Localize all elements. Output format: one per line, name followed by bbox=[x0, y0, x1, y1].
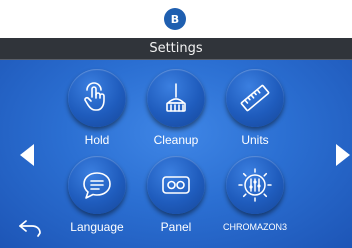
page-title: Settings bbox=[0, 38, 352, 60]
panel-circle[interactable] bbox=[147, 156, 205, 214]
back-arrow-icon[interactable] bbox=[18, 220, 42, 242]
units-button[interactable]: Units bbox=[210, 69, 300, 147]
cleanup-circle[interactable] bbox=[147, 69, 205, 127]
badge: B bbox=[164, 8, 186, 30]
arrow-right-icon[interactable] bbox=[336, 144, 350, 166]
panel-label: Panel bbox=[160, 220, 192, 234]
language-button[interactable]: Language bbox=[52, 156, 142, 234]
hold-button[interactable]: Hold bbox=[52, 69, 142, 147]
cleanup-button[interactable]: Cleanup bbox=[131, 69, 221, 147]
chromazon-label: CHROMAZON3 bbox=[222, 222, 287, 232]
units-label: Units bbox=[241, 133, 269, 147]
hold-circle[interactable] bbox=[68, 69, 126, 127]
hold-label: Hold bbox=[84, 133, 110, 147]
language-circle[interactable] bbox=[68, 156, 126, 214]
touch-hand-icon bbox=[84, 82, 105, 111]
panel-icon bbox=[162, 176, 190, 194]
chromazon-button[interactable]: CHROMAZON3 bbox=[210, 156, 300, 232]
settings-screen: Settings Hold Cleanup Units Language Pan… bbox=[0, 38, 352, 248]
arrow-left-icon[interactable] bbox=[20, 144, 34, 166]
broom-icon bbox=[166, 83, 186, 112]
panel-button[interactable]: Panel bbox=[131, 156, 221, 234]
units-circle[interactable] bbox=[226, 69, 284, 127]
language-label: Language bbox=[70, 220, 124, 234]
chromazon-circle[interactable] bbox=[226, 156, 284, 214]
ruler-icon bbox=[240, 84, 270, 112]
chat-bubble-icon bbox=[83, 172, 111, 199]
chromazon-sliders-icon bbox=[238, 168, 272, 202]
cleanup-label: Cleanup bbox=[153, 133, 199, 147]
